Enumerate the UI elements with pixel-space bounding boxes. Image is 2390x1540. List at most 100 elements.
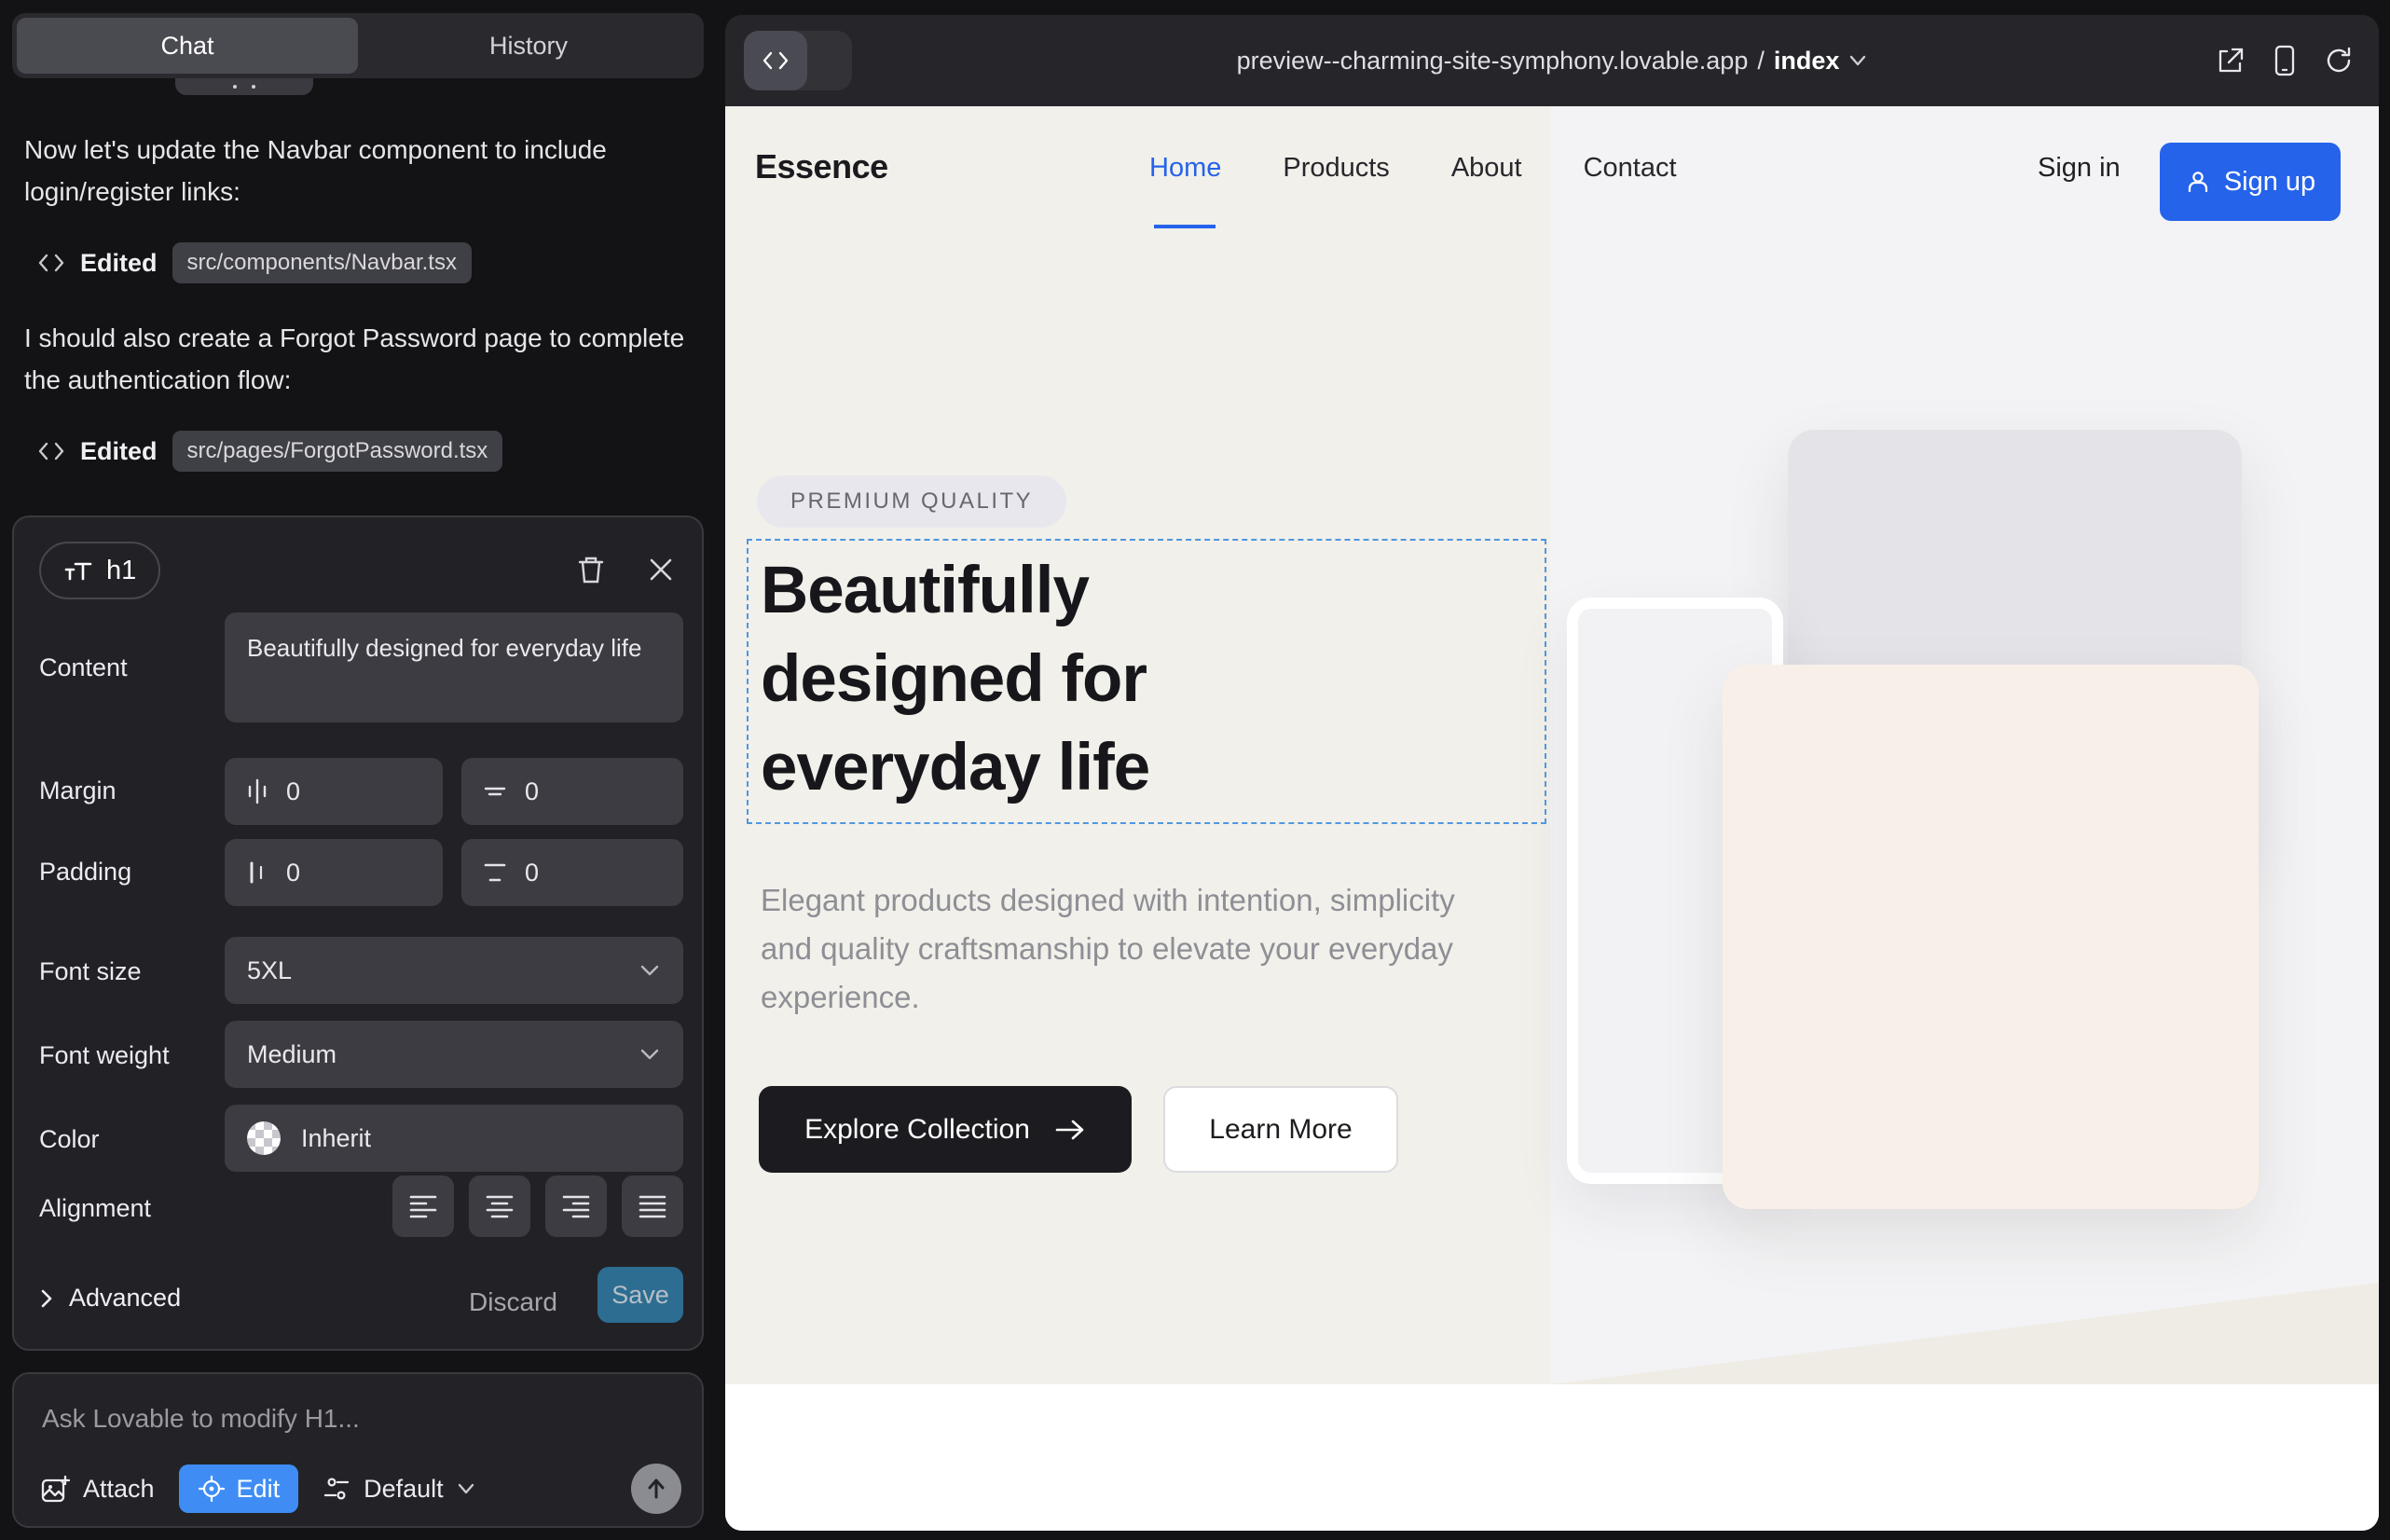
url-host: preview--charming-site-symphony.lovable.… — [1237, 47, 1749, 76]
mobile-view-icon[interactable] — [2273, 44, 2297, 77]
margin-horizontal-value: 0 — [286, 777, 300, 806]
chat-message: Now let's update the Navbar component to… — [24, 129, 686, 213]
font-size-value: 5XL — [247, 956, 292, 985]
margin-vertical-icon — [482, 779, 508, 804]
code-icon — [37, 439, 65, 463]
sign-up-label: Sign up — [2224, 167, 2315, 198]
tab-chat[interactable]: Chat — [17, 18, 358, 74]
edit-mode-button[interactable]: Edit — [179, 1464, 299, 1513]
margin-horizontal-input[interactable]: 0 — [225, 758, 443, 825]
open-external-icon[interactable] — [2215, 45, 2246, 76]
chat-history-tabs: Chat History — [12, 13, 704, 78]
align-left-button[interactable] — [392, 1176, 454, 1237]
type-size-icon — [63, 557, 93, 584]
edited-file-row[interactable]: Edited src/components/Navbar.tsx — [37, 241, 472, 285]
sign-in-link[interactable]: Sign in — [2038, 153, 2121, 184]
chat-message: I should also create a Forgot Password p… — [24, 317, 686, 402]
edited-file-row[interactable]: Edited src/pages/ForgotPassword.tsx — [37, 429, 502, 474]
content-textarea[interactable]: Beautifully designed for everyday life — [225, 612, 683, 722]
margin-vertical-value: 0 — [525, 777, 539, 806]
transparent-color-swatch — [247, 1121, 281, 1155]
nav-products[interactable]: Products — [1283, 153, 1389, 184]
prompt-input[interactable]: Ask Lovable to modify H1... — [42, 1404, 360, 1434]
hero-paragraph: Elegant products designed with intention… — [761, 876, 1497, 1021]
code-toggle-button[interactable] — [744, 31, 807, 90]
padding-vertical-input[interactable]: 0 — [461, 839, 683, 906]
site-logo[interactable]: Essence — [755, 147, 888, 186]
align-justify-button[interactable] — [622, 1176, 683, 1237]
color-value: Inherit — [301, 1124, 371, 1153]
font-weight-value: Medium — [247, 1040, 337, 1069]
scrolled-badge — [175, 78, 313, 95]
chevron-down-icon — [639, 963, 661, 978]
chevron-down-icon — [457, 1482, 475, 1495]
edited-label: Edited — [80, 437, 158, 466]
site-nav: Home Products About Contact — [1149, 153, 1677, 184]
close-panel-icon[interactable] — [648, 557, 674, 583]
delete-element-button[interactable] — [577, 555, 605, 584]
code-view-toggle — [744, 31, 852, 90]
padding-horizontal-icon — [245, 859, 269, 886]
url-separator: / — [1757, 47, 1765, 76]
browser-actions — [2215, 15, 2355, 106]
element-editor-panel: h1 Content Beautifully designed for ever… — [12, 516, 704, 1351]
chevron-down-icon — [639, 1047, 661, 1062]
font-size-label: Font size — [39, 957, 142, 986]
learn-more-button[interactable]: Learn More — [1163, 1086, 1398, 1173]
site-viewport: Essence Home Products About Contact Sign… — [725, 106, 2379, 1531]
sign-up-button[interactable]: Sign up — [2160, 143, 2341, 221]
save-button[interactable]: Save — [598, 1267, 683, 1323]
premium-quality-badge: PREMIUM QUALITY — [757, 475, 1066, 528]
file-badge[interactable]: src/pages/ForgotPassword.tsx — [172, 431, 503, 472]
padding-vertical-value: 0 — [525, 859, 539, 887]
edit-label: Edit — [237, 1475, 281, 1504]
font-weight-select[interactable]: Medium — [225, 1021, 683, 1088]
nav-home[interactable]: Home — [1149, 153, 1221, 184]
url-bar[interactable]: preview--charming-site-symphony.lovable.… — [725, 15, 2379, 106]
prompt-toolbar: Attach Edit Default — [40, 1464, 475, 1514]
element-tag: h1 — [106, 556, 136, 586]
margin-vertical-input[interactable]: 0 — [461, 758, 683, 825]
explore-collection-button[interactable]: Explore Collection — [759, 1086, 1132, 1173]
color-select[interactable]: Inherit — [225, 1105, 683, 1172]
heading-line: designed for — [761, 635, 1149, 723]
arrow-right-icon — [1054, 1118, 1086, 1142]
section-below-hero — [725, 1384, 2379, 1531]
code-icon — [37, 251, 65, 275]
advanced-label: Advanced — [69, 1284, 181, 1313]
attach-button[interactable]: Attach — [40, 1474, 155, 1504]
content-label: Content — [39, 653, 128, 682]
font-weight-label: Font weight — [39, 1041, 170, 1070]
tab-history[interactable]: History — [358, 18, 699, 74]
alignment-label: Alignment — [39, 1194, 151, 1223]
margin-label: Margin — [39, 777, 117, 805]
chevron-right-icon — [39, 1287, 54, 1310]
default-label: Default — [364, 1475, 444, 1504]
padding-vertical-icon — [482, 860, 508, 885]
advanced-toggle[interactable]: Advanced — [39, 1284, 181, 1313]
align-center-button[interactable] — [469, 1176, 530, 1237]
send-button[interactable] — [631, 1464, 681, 1514]
default-model-dropdown[interactable]: Default — [323, 1475, 475, 1504]
heading-line: everyday life — [761, 723, 1149, 812]
refresh-icon[interactable] — [2323, 45, 2355, 76]
selected-element-pill[interactable]: h1 — [39, 542, 160, 599]
prompt-box[interactable]: Ask Lovable to modify H1... Attach Edit … — [12, 1372, 704, 1528]
target-icon — [198, 1475, 226, 1503]
discard-button[interactable]: Discard — [469, 1287, 557, 1317]
nav-about[interactable]: About — [1451, 153, 1522, 184]
heading-line: Beautifully — [761, 546, 1149, 635]
hero-heading[interactable]: Beautifully designed for everyday life — [761, 546, 1149, 812]
sliders-icon — [323, 1475, 350, 1503]
margin-horizontal-icon — [245, 778, 269, 804]
padding-horizontal-value: 0 — [286, 859, 300, 887]
lovable-sidebar: Chat History Now let's update the Navbar… — [0, 0, 726, 1540]
file-badge[interactable]: src/components/Navbar.tsx — [172, 242, 472, 283]
url-page: index — [1774, 47, 1840, 76]
font-size-select[interactable]: 5XL — [225, 937, 683, 1004]
padding-horizontal-input[interactable]: 0 — [225, 839, 443, 906]
decorative-wedge — [1550, 1283, 2379, 1384]
align-right-button[interactable] — [545, 1176, 607, 1237]
nav-contact[interactable]: Contact — [1584, 153, 1677, 184]
preview-browser-window: preview--charming-site-symphony.lovable.… — [725, 15, 2379, 1531]
